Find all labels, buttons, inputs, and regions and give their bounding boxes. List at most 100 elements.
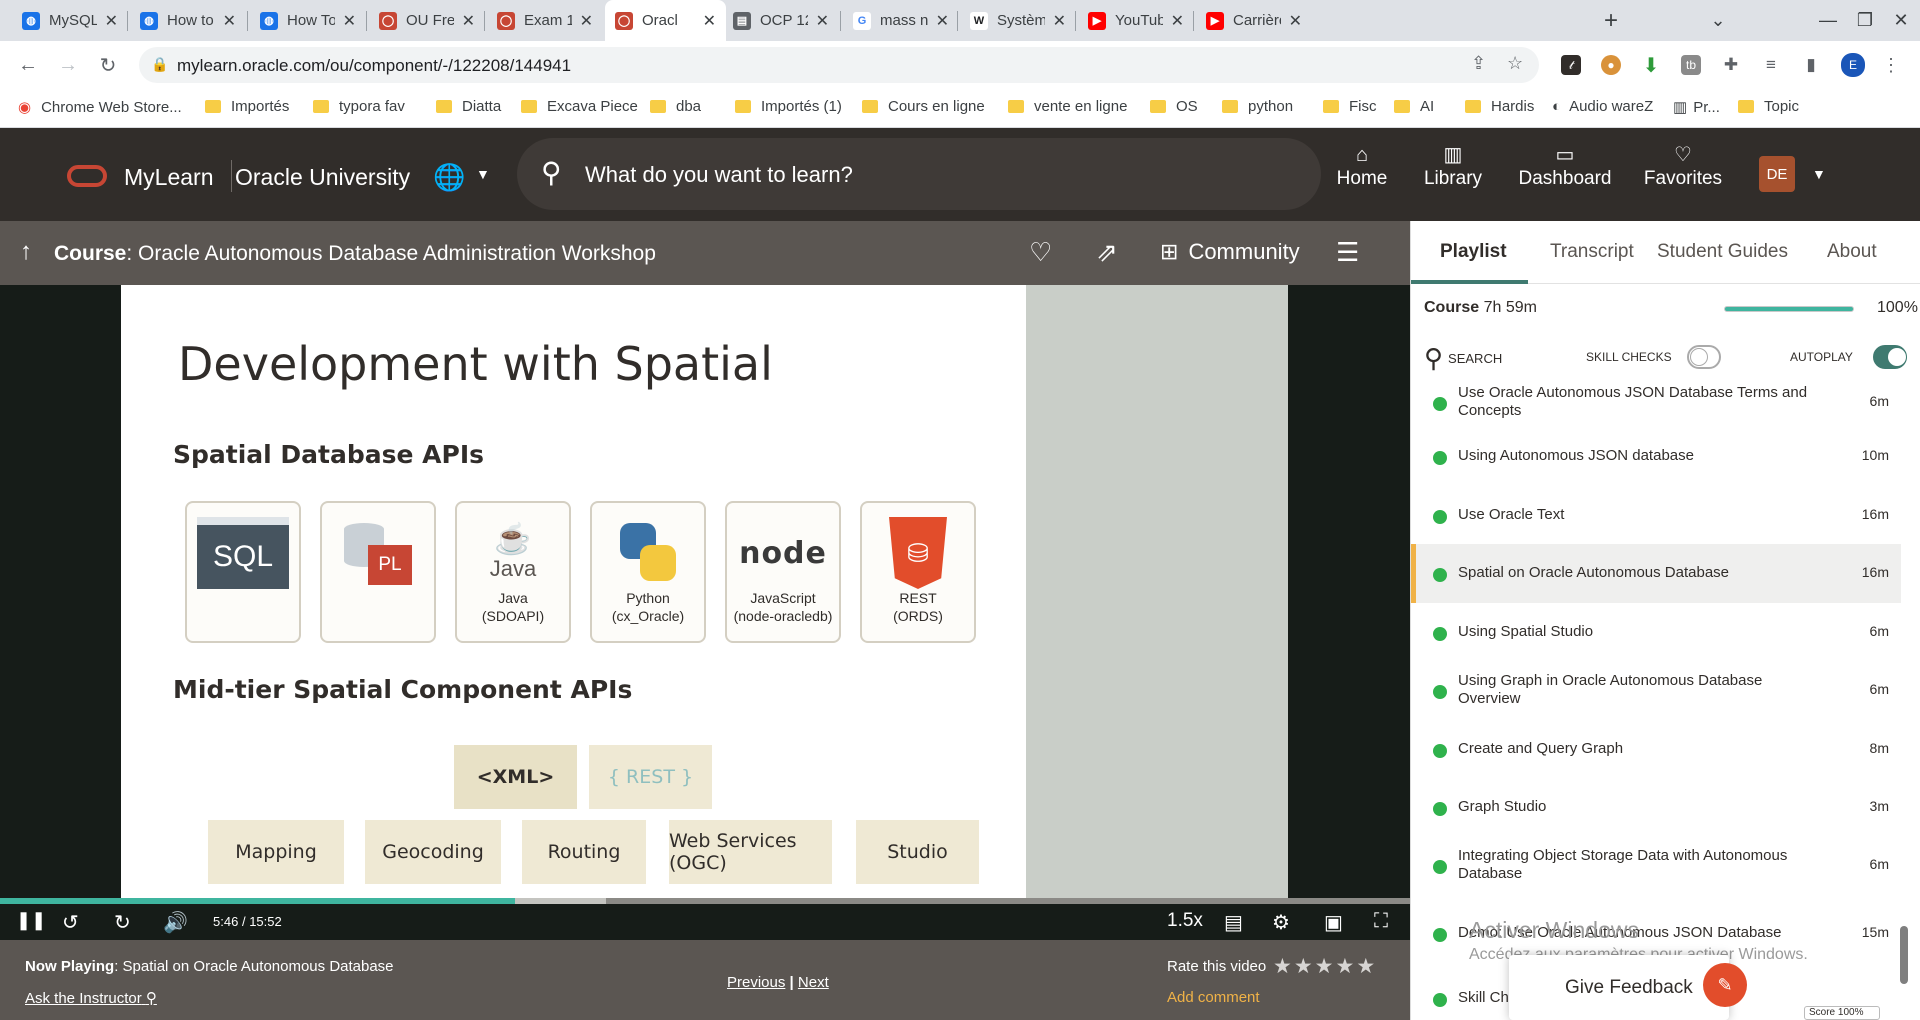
language-dropdown-icon[interactable]: ▼ (476, 166, 490, 182)
playlist-item[interactable]: Use Oracle Text 16m (1411, 486, 1901, 545)
video-player[interactable]: Development with Spatial Spatial Databas… (0, 285, 1410, 940)
playlist-item[interactable]: Create and Query Graph 8m (1411, 720, 1901, 779)
forward-10-icon[interactable]: ↻ (114, 910, 131, 935)
bookmark-star-icon[interactable]: ☆ (1507, 53, 1523, 74)
pause-icon[interactable]: ❚❚ (16, 910, 46, 931)
browser-tab[interactable]: ◯ Exam 1Z0 ✕ (487, 0, 603, 41)
browser-tab[interactable]: ▶ YouTube ✕ (1078, 0, 1194, 41)
side-panel-icon[interactable]: ▮ (1801, 55, 1821, 75)
star-icon[interactable]: ★ (1335, 955, 1356, 978)
globe-icon[interactable]: 🌐 (433, 162, 465, 193)
browser-tab[interactable]: ▤ OCP 12C ✕ (723, 0, 839, 41)
bookmark[interactable]: Cours en ligne (862, 98, 985, 115)
close-icon[interactable]: ✕ (1171, 11, 1184, 31)
add-comment-link[interactable]: Add comment (1167, 989, 1260, 1006)
tab-search-icon[interactable]: ⌄ (1695, 0, 1741, 41)
oracle-logo-icon[interactable] (67, 165, 107, 187)
playback-speed[interactable]: 1.5x (1167, 910, 1203, 932)
bookmark[interactable]: dba (650, 98, 701, 115)
settings-gear-icon[interactable]: ⚙ (1272, 910, 1290, 935)
close-icon[interactable]: ✕ (343, 11, 356, 31)
nav-favorites[interactable]: ♡ Favorites (1636, 142, 1730, 190)
close-icon[interactable]: ✕ (703, 11, 716, 31)
browser-tab[interactable]: Gmass nda ✕ (843, 0, 959, 41)
next-link[interactable]: Next (798, 974, 829, 991)
extensions-puzzle-icon[interactable]: ✚ (1721, 55, 1741, 75)
bookmark[interactable]: ▥ Pr... (1673, 98, 1720, 117)
media-control-icon[interactable]: ≡ (1761, 55, 1781, 75)
playlist-item[interactable]: Spatial on Oracle Autonomous Database 16m (1411, 544, 1901, 603)
bookmark[interactable]: Importés (205, 98, 289, 115)
bookmark[interactable]: Diatta (436, 98, 501, 115)
playlist-item[interactable]: Use Oracle Autonomous JSON Database Term… (1411, 385, 1901, 432)
star-icon[interactable]: ★ (1356, 955, 1377, 978)
tab-playlist[interactable]: Playlist (1440, 241, 1507, 263)
close-window-icon[interactable]: ✕ (1878, 0, 1920, 41)
playlist-scrollbar[interactable] (1900, 926, 1908, 984)
bookmark[interactable]: python (1222, 98, 1293, 115)
star-icon[interactable]: ★ (1273, 955, 1294, 978)
close-icon[interactable]: ✕ (816, 11, 829, 31)
extension-download-icon[interactable]: ⬇ (1641, 55, 1661, 77)
bookmark[interactable]: ◐ Audio wareZ (1552, 98, 1653, 115)
browser-tab[interactable]: ◯ Oracl ✕ (605, 0, 726, 41)
brand-name[interactable]: MyLearn (124, 164, 213, 191)
extension-cookie-icon[interactable]: ● (1601, 55, 1621, 75)
bookmark[interactable]: AI (1394, 98, 1434, 115)
arrow-up-icon[interactable]: ↑ (20, 238, 32, 266)
star-icon[interactable]: ★ (1315, 955, 1336, 978)
site-search-input[interactable]: ⚲ What do you want to learn? (517, 138, 1321, 210)
bookmark[interactable]: ◉ Chrome Web Store... (18, 98, 182, 117)
user-avatar[interactable]: DE (1759, 156, 1795, 192)
playlist-item[interactable]: Using Graph in Oracle Autonomous Databas… (1411, 661, 1901, 720)
reload-icon[interactable]: ↻ (92, 49, 124, 81)
browser-tab[interactable]: ▶ Carrière ✕ (1196, 0, 1312, 41)
rating-stars[interactable]: ★★★★★ (1273, 954, 1377, 979)
bookmark[interactable]: vente en ligne (1008, 98, 1127, 115)
brand-subtitle[interactable]: Oracle University (235, 164, 410, 191)
captions-icon[interactable]: ▤ (1224, 910, 1243, 935)
bookmark[interactable]: Fisc (1323, 98, 1377, 115)
bookmark[interactable]: typora fav (313, 98, 405, 115)
tab-transcript[interactable]: Transcript (1550, 241, 1634, 263)
close-icon[interactable]: ✕ (936, 11, 949, 31)
rewind-10-icon[interactable]: ↺ (62, 910, 79, 935)
playlist-search[interactable]: ⚲ SEARCH (1424, 343, 1502, 374)
close-icon[interactable]: ✕ (580, 11, 593, 31)
playlist-item[interactable]: Using Autonomous JSON database 10m (1411, 427, 1901, 486)
share-icon[interactable]: ⇪ (1471, 53, 1486, 74)
nav-dashboard[interactable]: ▭ Dashboard (1515, 142, 1615, 190)
close-icon[interactable]: ✕ (462, 11, 475, 31)
ask-instructor-link[interactable]: Ask the Instructor ⚲ (25, 989, 157, 1007)
previous-link[interactable]: Previous (727, 974, 785, 991)
nav-home[interactable]: ⌂ Home (1333, 142, 1391, 190)
close-icon[interactable]: ✕ (1289, 11, 1302, 31)
browser-tab[interactable]: W Système ✕ (960, 0, 1076, 41)
close-icon[interactable]: ✕ (1053, 11, 1066, 31)
skill-checks-toggle[interactable] (1687, 345, 1721, 369)
nav-library[interactable]: ▥ Library (1419, 142, 1487, 190)
bookmark[interactable]: Topic (1738, 98, 1799, 115)
share-course-icon[interactable]: ⇗ (1096, 237, 1118, 268)
forward-icon[interactable]: → (52, 49, 84, 81)
account-dropdown-icon[interactable]: ▼ (1812, 166, 1826, 182)
playlist-item[interactable]: Using Spatial Studio 6m (1411, 603, 1901, 662)
profile-avatar[interactable]: E (1841, 53, 1865, 77)
playlist-menu-icon[interactable]: ☰ (1336, 237, 1359, 268)
browser-tab[interactable]: ◯ OU Free ✕ (369, 0, 485, 41)
playlist-item[interactable]: Graph Studio 3m (1411, 778, 1901, 837)
autoplay-toggle[interactable] (1873, 345, 1907, 369)
picture-in-picture-icon[interactable]: ▣ (1324, 910, 1343, 935)
bookmark[interactable]: Hardis (1465, 98, 1534, 115)
browser-tab[interactable]: ◍ MySQL D ✕ (12, 0, 128, 41)
bookmark[interactable]: Importés (1) (735, 98, 842, 115)
fullscreen-icon[interactable]: ⛶ (1374, 910, 1388, 933)
favorite-heart-icon[interactable]: ♡ (1029, 237, 1052, 268)
close-icon[interactable]: ✕ (105, 11, 118, 31)
tab-student-guides[interactable]: Student Guides (1657, 241, 1788, 263)
volume-icon[interactable]: 🔊 (163, 910, 188, 935)
tab-about[interactable]: About (1827, 241, 1877, 263)
close-icon[interactable]: ✕ (223, 11, 236, 31)
course-title[interactable]: Course: Oracle Autonomous Database Admin… (54, 242, 656, 266)
address-bar[interactable]: 🔒 mylearn.oracle.com/ou/component/-/1222… (139, 47, 1539, 83)
